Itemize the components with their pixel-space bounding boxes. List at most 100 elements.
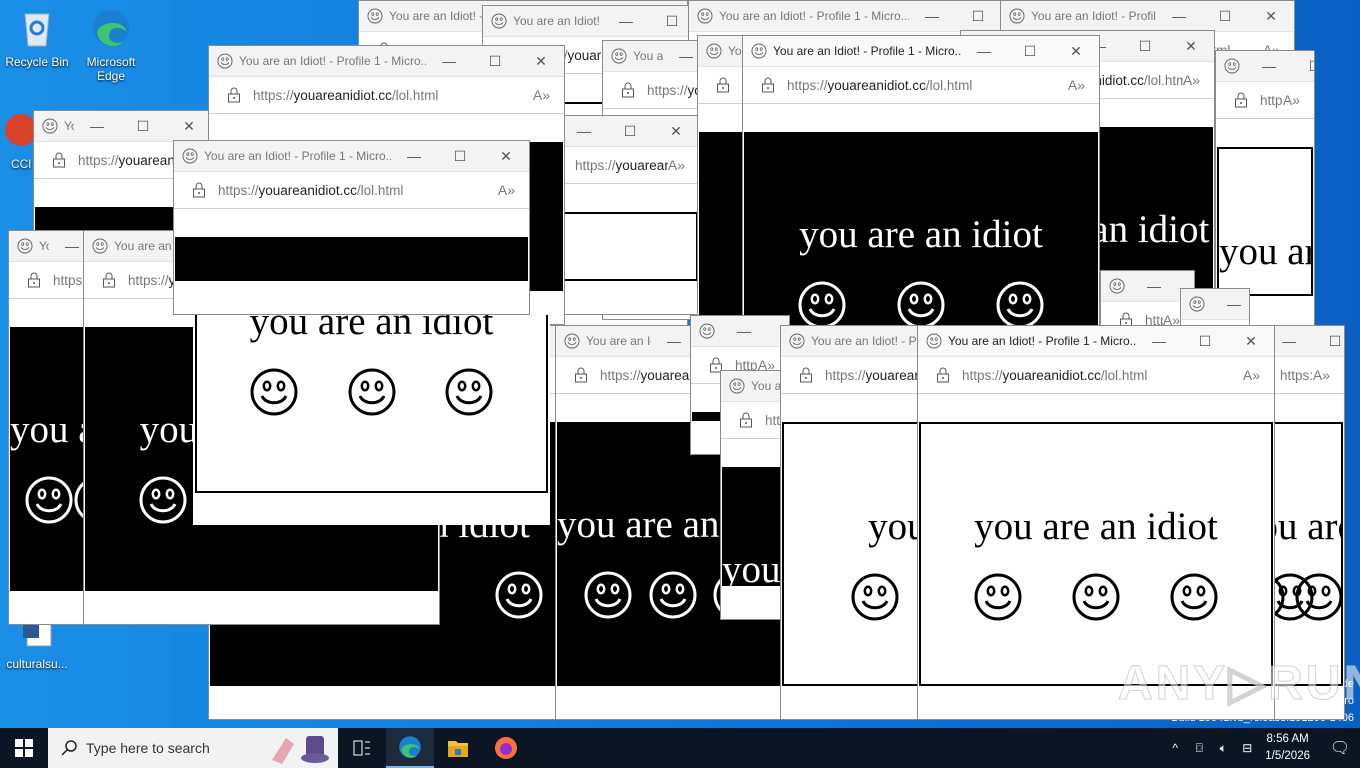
minimize-button[interactable]: — [1211, 289, 1249, 319]
read-aloud-icon[interactable]: A» [1068, 77, 1085, 93]
lock-icon[interactable] [192, 182, 206, 198]
address-bar[interactable]: https://youareanidiot.cc/lol.htmlA» [174, 172, 529, 209]
minimize-button[interactable]: — [1246, 51, 1292, 81]
url-text[interactable]: https://youareanidiot.cc/lol.html [575, 158, 668, 173]
close-button[interactable]: ✕ [483, 141, 529, 171]
window-titlebar[interactable]: You are an Idiot! - Profile 1 - Micro...… [918, 326, 1274, 357]
taskbar-firefox[interactable] [482, 728, 530, 768]
taskbar-search-box[interactable]: Type here to search [48, 728, 338, 768]
smiley-favicon-icon [1224, 58, 1240, 74]
maximize-button[interactable]: ☐ [955, 1, 1001, 31]
url-domain: youareanidiot.cc [118, 152, 181, 168]
start-button[interactable] [0, 728, 48, 768]
browser-popup-window[interactable]: You are an Idiot! - Profile 1 - Micro...… [173, 140, 530, 315]
lock-icon[interactable] [799, 367, 813, 383]
url-text[interactable]: https://youareanidiot.cc/lol.html [218, 183, 498, 198]
maximize-button[interactable]: ☐ [607, 116, 653, 146]
lock-icon[interactable] [1234, 92, 1248, 108]
lock-icon[interactable] [227, 87, 241, 103]
url-text[interactable]: https://youareanidiot.cc/lol.html [962, 368, 1243, 383]
window-title: You are an Idiot! - Profile 1 - Micro... [948, 334, 1136, 348]
maximize-button[interactable]: ☐ [1312, 326, 1344, 356]
lock-icon[interactable] [739, 412, 753, 428]
url-text[interactable]: https://youareanidiot.cc/lol.html [78, 153, 181, 168]
lock-icon[interactable] [936, 367, 950, 383]
window-title: You are an Idiot! - Profile 1 - Micro... [773, 44, 961, 58]
desktop-icon-edge[interactable]: Microsoft Edge [74, 8, 148, 83]
minimize-button[interactable]: — [721, 316, 767, 346]
url-text[interactable]: https://youareanidiot.cc/lol.html [1280, 368, 1313, 383]
read-aloud-icon[interactable]: A» [1283, 92, 1300, 108]
maximize-button[interactable]: ☐ [1292, 51, 1314, 81]
maximize-button[interactable]: ☐ [472, 46, 518, 76]
address-bar[interactable]: https://youareanidiot.cc/lol.htmlA» [209, 77, 564, 114]
lock-icon[interactable] [574, 367, 588, 383]
url-text[interactable]: https://youareanidiot.cc/lol.html [253, 88, 533, 103]
close-button[interactable]: ✕ [166, 111, 212, 141]
minimize-button[interactable]: — [391, 141, 437, 171]
minimize-button[interactable]: — [1131, 271, 1177, 301]
maximize-button[interactable]: ☐ [1122, 31, 1168, 61]
minimize-button[interactable]: — [1136, 326, 1182, 356]
lock-icon[interactable] [27, 272, 41, 288]
url-text[interactable]: https://youareanidiot.cc/lol.html [787, 78, 1068, 93]
minimize-button[interactable]: — [1156, 1, 1202, 31]
minimize-button[interactable]: — [961, 36, 1007, 66]
maximize-button[interactable]: ☐ [1007, 36, 1053, 66]
close-button[interactable]: ✕ [1228, 326, 1274, 356]
smiley-face-icon [896, 280, 946, 330]
address-bar[interactable]: https://youareanidiot.cc/lol.htmlA» [743, 67, 1099, 104]
desktop-icon-recycle-bin[interactable]: Recycle Bin [0, 8, 74, 69]
close-button[interactable]: ✕ [1053, 36, 1099, 66]
smiley-favicon-icon [564, 333, 580, 349]
window-titlebar[interactable]: You are an Idiot! - Profile 1 - Micro...… [1001, 1, 1294, 32]
read-aloud-icon[interactable]: A» [498, 182, 515, 198]
maximize-button[interactable]: ☐ [437, 141, 483, 171]
lock-icon[interactable] [716, 77, 730, 93]
page-message: you are an idiot [799, 213, 1043, 256]
clock[interactable]: 8:56 AM 1/5/2026 [1265, 731, 1310, 765]
maximize-button[interactable]: ☐ [120, 111, 166, 141]
window-titlebar[interactable]: You are an Idiot! - Profile 1 - Micro...… [691, 316, 789, 347]
close-button[interactable]: ✕ [518, 46, 564, 76]
close-button[interactable]: ✕ [653, 116, 699, 146]
minimize-button[interactable]: — [603, 6, 649, 36]
lock-icon[interactable] [621, 82, 635, 98]
lock-icon[interactable] [761, 77, 775, 93]
address-bar[interactable]: https://youareanidiot.cc/lol.htmlA» [1216, 82, 1314, 119]
maximize-button[interactable]: ☐ [1202, 1, 1248, 31]
window-titlebar[interactable]: You are an Idiot! - Profile 1 - Micro...… [1181, 289, 1249, 320]
address-bar[interactable]: https://youareanidiot.cc/lol.htmlA» [918, 357, 1274, 394]
minimize-button[interactable]: — [74, 111, 120, 141]
tray-overflow-chevron[interactable]: ^ [1163, 741, 1187, 755]
read-aloud-icon[interactable]: A» [1313, 367, 1330, 383]
taskbar-file-explorer[interactable] [434, 728, 482, 768]
minimize-button[interactable]: — [909, 1, 955, 31]
lock-icon[interactable] [102, 272, 116, 288]
maximize-button[interactable]: ☐ [1182, 326, 1228, 356]
smiley-face-icon [347, 367, 397, 417]
minimize-button[interactable]: — [561, 116, 607, 146]
task-view-button[interactable] [338, 728, 386, 768]
window-titlebar[interactable]: You are an Idiot! - Profile 1 - Micro...… [1216, 51, 1314, 82]
url-text[interactable]: https://youareanidiot.cc/lol.html [1260, 93, 1283, 108]
lock-icon[interactable] [52, 152, 66, 168]
window-titlebar[interactable]: You are an Idiot! - Profile 1 - Micro...… [209, 46, 564, 77]
read-aloud-icon[interactable]: A» [533, 87, 550, 103]
window-titlebar[interactable]: You are an Idiot! - Profile 1 - Micro...… [743, 36, 1099, 67]
window-titlebar[interactable]: You are an Idiot! - Profile 1 - Micro...… [174, 141, 529, 172]
read-aloud-icon[interactable]: A» [668, 157, 685, 173]
read-aloud-icon[interactable]: A» [1183, 72, 1200, 88]
read-aloud-icon[interactable]: A» [1243, 367, 1260, 383]
meet-now-icon[interactable]: ⌼ [1187, 741, 1211, 756]
taskbar-edge[interactable] [386, 728, 434, 768]
notification-icon[interactable]: 🗨︎ [1320, 738, 1360, 758]
smiley-face-icon [797, 280, 847, 330]
window-titlebar[interactable]: You are an Idiot! - Profile 1 - Micro...… [689, 1, 1047, 32]
network-icon[interactable]: ⊟ [1235, 741, 1259, 755]
close-button[interactable]: ✕ [1168, 31, 1214, 61]
minimize-button[interactable]: — [426, 46, 472, 76]
window-titlebar[interactable]: You are an Idiot! - Profile 1 - Micro...… [34, 111, 212, 142]
volume-icon[interactable]: 🔈︎ [1211, 741, 1235, 756]
close-button[interactable]: ✕ [1248, 1, 1294, 31]
